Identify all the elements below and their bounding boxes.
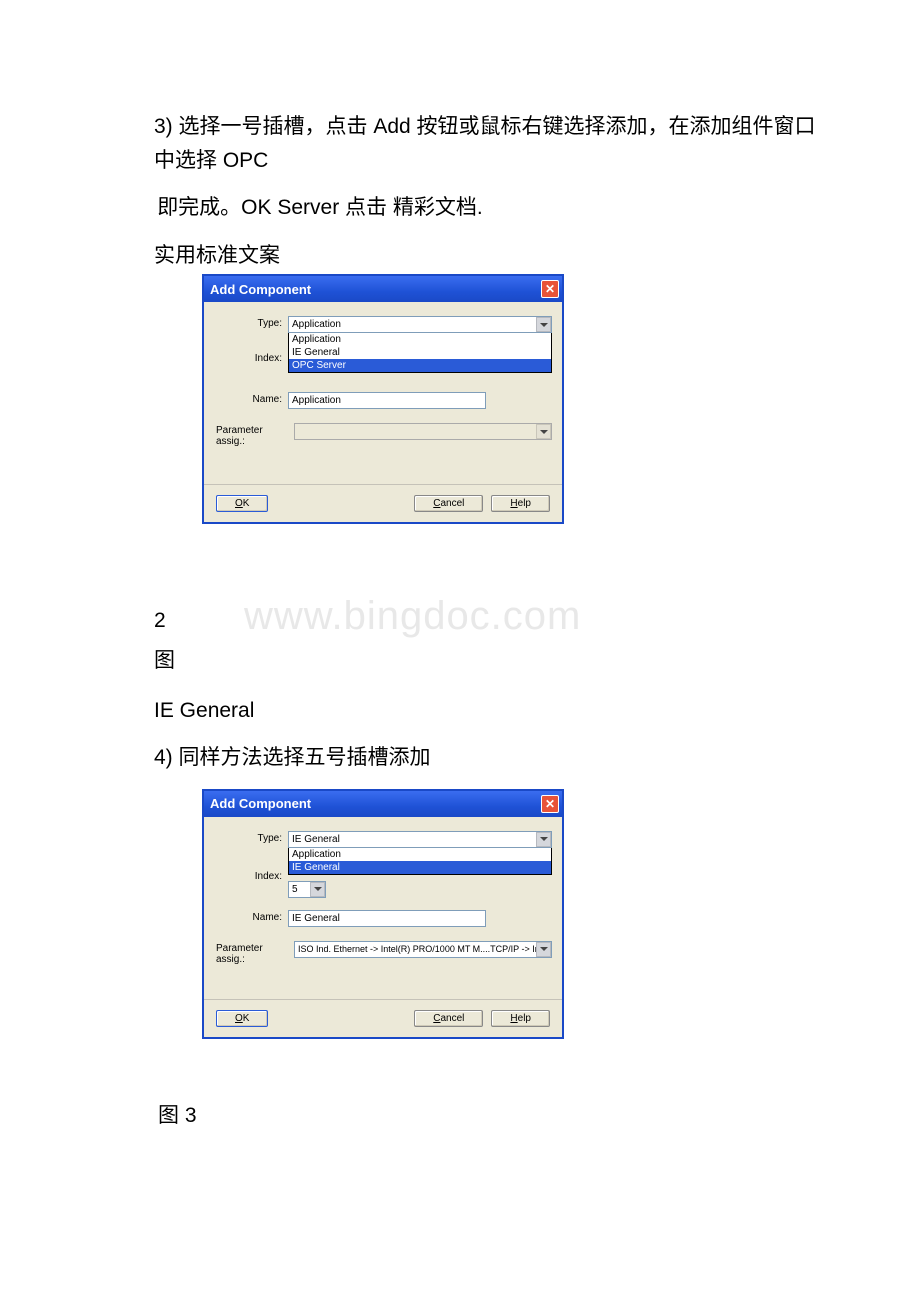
- param-field: [294, 423, 552, 440]
- type-dropdown: Application IE General OPC Server: [288, 333, 552, 373]
- cancel-button-2[interactable]: Cancel: [414, 1010, 483, 1027]
- name-field-wrap-2: IE General: [288, 910, 552, 927]
- cancel-button[interactable]: Cancel: [414, 495, 483, 512]
- ok-button-2[interactable]: OK: [216, 1010, 268, 1027]
- index-label-2: Index:: [214, 869, 288, 882]
- add-component-dialog-1: Add Component ✕ Type: Application Applic…: [202, 274, 564, 524]
- dialog1-body: Type: Application Application IE General…: [204, 302, 562, 484]
- dialog1-container: Add Component ✕ Type: Application Applic…: [202, 274, 830, 524]
- index-combobox[interactable]: 5: [288, 881, 326, 898]
- param-combobox-disabled: [294, 423, 552, 440]
- param-label: Parameter assig.:: [214, 423, 294, 447]
- fig3-label: 图 3: [158, 1099, 830, 1133]
- dialog2-body: Type: IE General Application IE General: [204, 817, 562, 999]
- param-combobox-2[interactable]: ISO Ind. Ethernet -> Intel(R) PRO/1000 M…: [294, 941, 552, 958]
- name-label-2: Name:: [214, 910, 288, 923]
- param-row-2: Parameter assig.: ISO Ind. Ethernet -> I…: [214, 941, 552, 965]
- close-icon[interactable]: ✕: [541, 280, 559, 298]
- step3-paragraph: 3) 选择一号插槽，点击 Add 按钮或鼠标右键选择添加，在添加组件窗口中选择 …: [90, 110, 830, 177]
- fig2-num: 2: [154, 604, 830, 638]
- param-field-2: ISO Ind. Ethernet -> Intel(R) PRO/1000 M…: [294, 941, 552, 958]
- document-page: 3) 选择一号插槽，点击 Add 按钮或鼠标右键选择添加，在添加组件窗口中选择 …: [0, 0, 920, 1206]
- type-field: Application Application IE General OPC S…: [288, 316, 552, 373]
- name-value-2: IE General: [292, 913, 340, 924]
- chevron-down-icon[interactable]: [536, 942, 551, 957]
- titlebar-2: Add Component ✕: [204, 791, 562, 817]
- spacer-2: [90, 1049, 830, 1099]
- index-row-2: Index: 5: [214, 869, 552, 898]
- step4-text: 4) 同样方法选择五号插槽添加: [154, 741, 830, 775]
- dialog1-footer: OK Cancel Help: [204, 484, 562, 522]
- type-value: Application: [292, 319, 341, 330]
- type-label-2: Type:: [214, 831, 288, 844]
- chevron-down-icon[interactable]: [536, 317, 551, 332]
- titlebar-1: Add Component ✕: [204, 276, 562, 302]
- param-row: Parameter assig.:: [214, 423, 552, 447]
- type-combobox-2[interactable]: IE General: [288, 831, 552, 848]
- index-field-2: 5: [288, 869, 552, 898]
- chevron-down-icon: [536, 424, 551, 439]
- name-label: Name:: [214, 392, 288, 405]
- fig2-block: 2 www.bingdoc.com 图: [154, 604, 830, 677]
- add-component-dialog-2: Add Component ✕ Type: IE General Applica…: [202, 789, 564, 1039]
- name-input[interactable]: Application: [288, 392, 486, 409]
- chevron-down-icon[interactable]: [310, 882, 325, 897]
- help-button[interactable]: Help: [491, 495, 550, 512]
- type-row: Type: Application Application IE General…: [214, 316, 552, 373]
- name-field-wrap: Application: [288, 392, 552, 409]
- param-value-2: ISO Ind. Ethernet -> Intel(R) PRO/1000 M…: [298, 944, 551, 954]
- dialog2-container: Add Component ✕ Type: IE General Applica…: [202, 789, 830, 1039]
- help-button-2[interactable]: Help: [491, 1010, 550, 1027]
- dropdown-option-application[interactable]: Application: [289, 333, 551, 346]
- param-label-2: Parameter assig.:: [214, 941, 294, 965]
- name-input-2[interactable]: IE General: [288, 910, 486, 927]
- index-value: 5: [292, 884, 298, 895]
- type-value-2: IE General: [292, 834, 340, 845]
- step3-line2: 即完成。OK Server 点击 精彩文档.: [90, 191, 830, 225]
- close-icon[interactable]: ✕: [541, 795, 559, 813]
- chevron-down-icon[interactable]: [536, 832, 551, 847]
- name-row-2: Name: IE General: [214, 910, 552, 927]
- step3-text-line1: 3) 选择一号插槽，点击 Add 按钮或鼠标右键选择添加，在添加组件窗口中选择 …: [154, 115, 816, 172]
- dropdown-option-ie-general[interactable]: IE General: [289, 346, 551, 359]
- dialog2-title: Add Component: [210, 796, 311, 811]
- dropdown-option-opc-server[interactable]: OPC Server: [289, 359, 551, 372]
- dialog1-title: Add Component: [210, 282, 311, 297]
- index-label: Index:: [214, 351, 288, 364]
- ie-general-text: IE General: [154, 694, 830, 728]
- type-combobox[interactable]: Application: [288, 316, 552, 333]
- ok-rest: K: [243, 498, 250, 509]
- dropdown-option-application-2[interactable]: Application: [289, 848, 551, 861]
- practical-text: 实用标准文案: [154, 239, 830, 273]
- fig2-label: 图: [154, 644, 830, 678]
- name-value: Application: [292, 395, 341, 406]
- dialog2-footer: OK Cancel Help: [204, 999, 562, 1037]
- name-row: Name: Application: [214, 392, 552, 409]
- type-label: Type:: [214, 316, 288, 329]
- ok-button[interactable]: OK: [216, 495, 268, 512]
- spacer: [90, 534, 830, 604]
